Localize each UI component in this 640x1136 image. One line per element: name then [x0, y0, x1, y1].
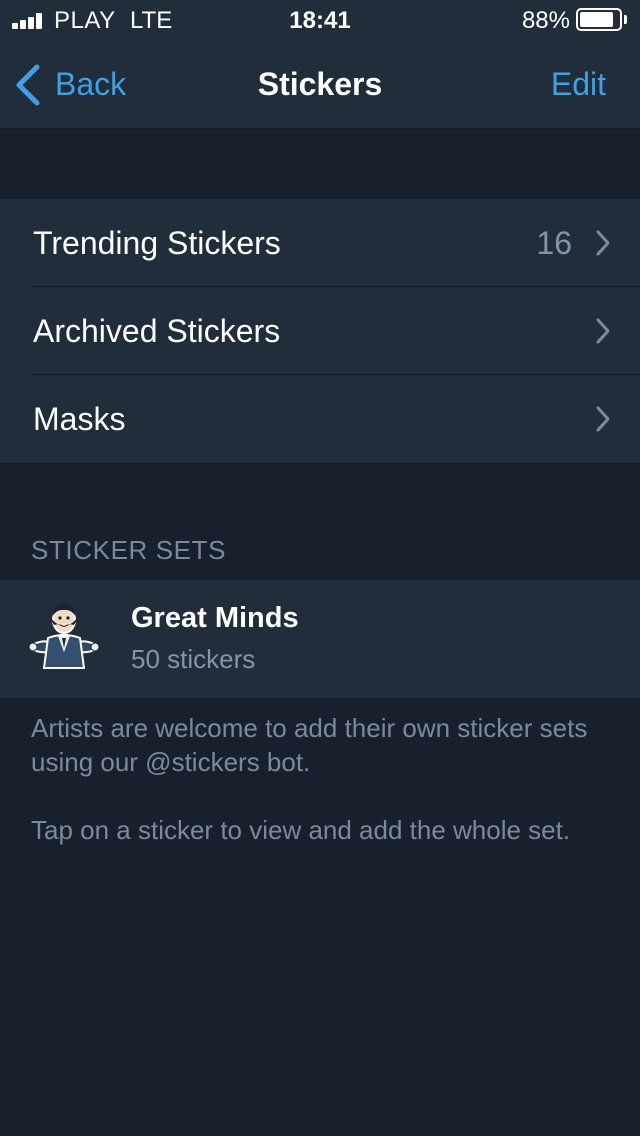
trending-count-badge: 16	[536, 225, 572, 261]
sticker-set-count: 50 stickers	[131, 644, 256, 674]
sticker-sets-header: STICKER SETS	[31, 535, 227, 565]
caricature-sticker-icon	[28, 604, 100, 669]
battery-percentage: 88%	[521, 7, 570, 34]
edit-button[interactable]: Edit	[551, 62, 606, 106]
page-title: Stickers	[257, 66, 383, 102]
sticker-menu-group: Trending Stickers 16 Archived Stickers M…	[0, 198, 640, 464]
footer-info-tap-hint: Tap on a sticker to view and add the who…	[31, 815, 571, 845]
battery-tip	[624, 15, 627, 24]
status-bar: PLAY LTE 18:41 88%	[0, 0, 640, 40]
sticker-set-name: Great Minds	[131, 602, 299, 634]
menu-item-label: Masks	[33, 401, 126, 437]
navigation-bar: Back Stickers Edit	[0, 40, 640, 129]
masks-row[interactable]: Masks	[0, 375, 640, 463]
menu-item-label: Trending Stickers	[33, 225, 281, 261]
chevron-right-icon	[596, 318, 610, 344]
battery-icon	[576, 8, 622, 31]
sticker-set-row[interactable]: Great Minds 50 stickers	[0, 579, 640, 699]
battery-level-fill	[580, 12, 613, 27]
chevron-right-icon	[596, 406, 610, 432]
trending-stickers-row[interactable]: Trending Stickers 16	[0, 199, 640, 287]
chevron-right-icon	[596, 230, 610, 256]
footer-info-artists: Artists are welcome to add their own sti…	[31, 713, 588, 777]
menu-item-label: Archived Stickers	[33, 313, 281, 349]
archived-stickers-row[interactable]: Archived Stickers	[0, 287, 640, 375]
